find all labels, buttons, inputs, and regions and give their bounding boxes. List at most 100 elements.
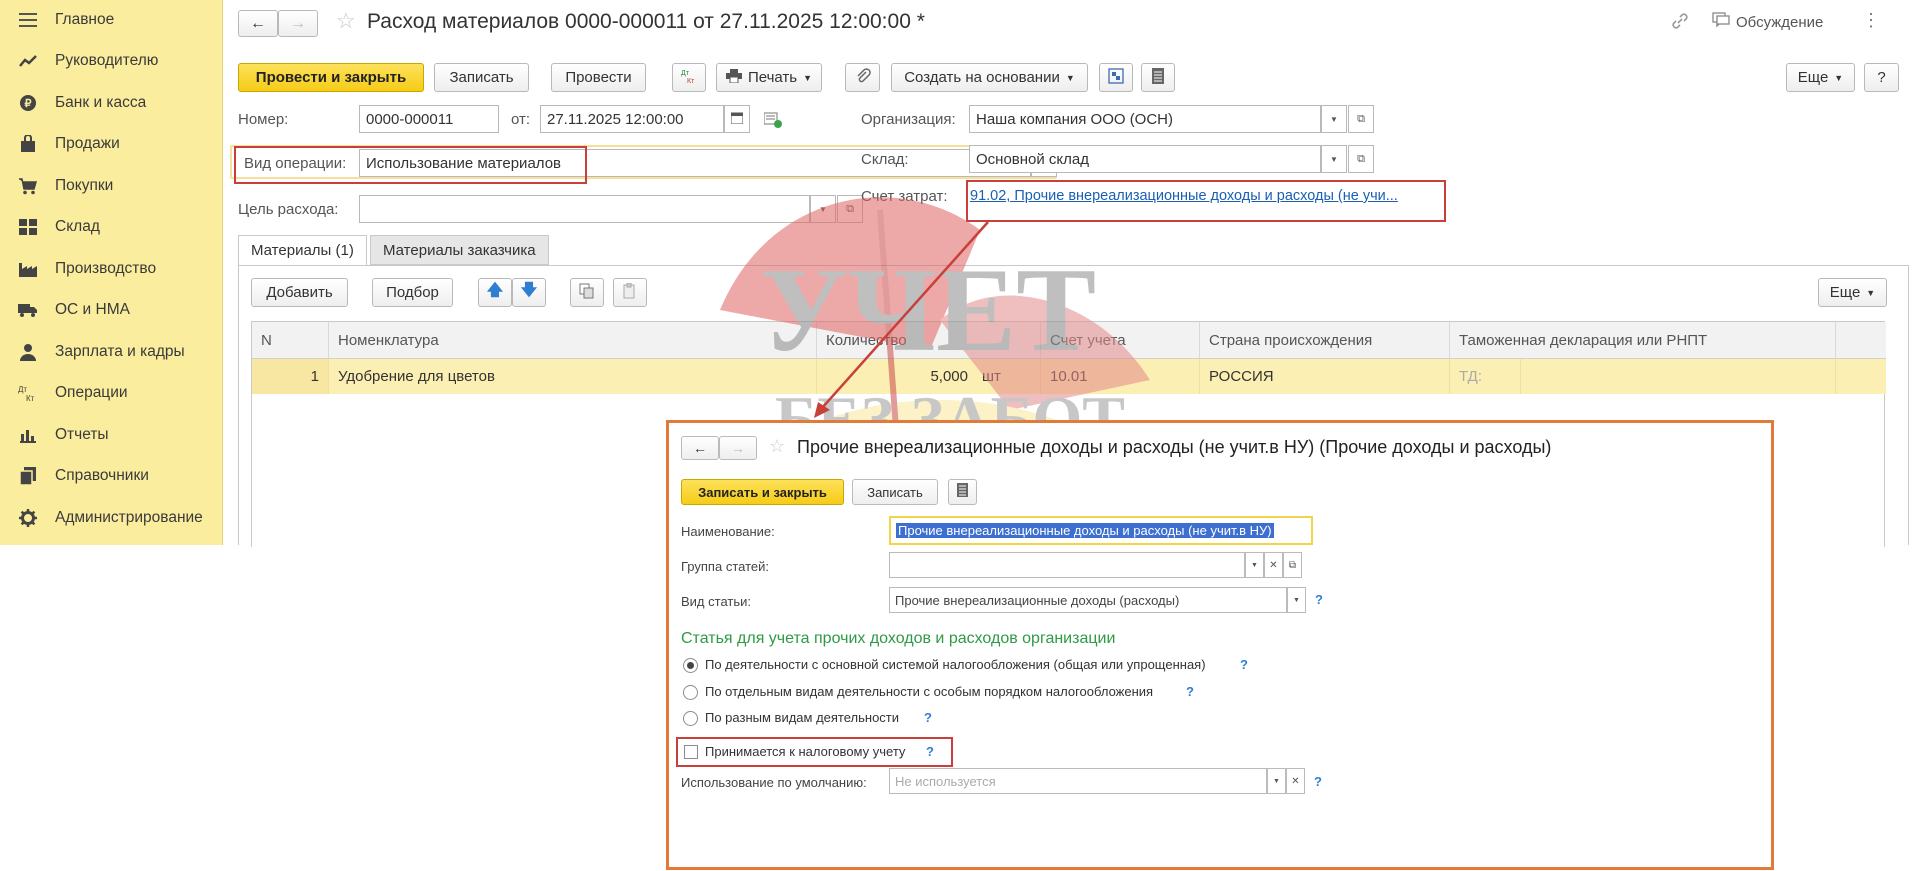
popup-default-help-icon[interactable]: ? [1314,774,1322,789]
table-more-button[interactable]: Еще ▼ [1818,278,1887,307]
popup-kind-help-icon[interactable]: ? [1315,592,1323,607]
sidebar-item-salary[interactable]: Зарплата и кадры [0,332,223,372]
add-button[interactable]: Добавить [251,278,348,307]
sidebar-item-sales[interactable]: Продажи [0,124,223,164]
col-header-n[interactable]: N [252,322,329,359]
move-up-button[interactable]: 🡅 [478,278,512,307]
radio-special-tax[interactable] [683,685,698,700]
forward-button[interactable]: → [278,10,318,37]
radio-main-tax-help-icon[interactable]: ? [1240,657,1248,672]
cell-country[interactable]: РОССИЯ [1200,359,1450,394]
tax-accounting-help-icon[interactable]: ? [926,744,934,759]
warehouse-open-button[interactable]: ⧉ [1348,145,1374,173]
popup-group-field[interactable] [889,552,1245,578]
status-doc-icon[interactable] [763,112,782,132]
sidebar-item-production[interactable]: Производство [0,249,223,289]
radio-main-tax-label[interactable]: По деятельности с основной системой нало… [705,657,1206,672]
popup-group-dropdown[interactable]: ▼ [1245,552,1264,578]
radio-various[interactable] [683,711,698,726]
sidebar-item-admin[interactable]: Администрирование [0,498,223,538]
sidebar-item-operations[interactable]: Дт Кт Операции [0,373,223,413]
report-button[interactable] [1141,63,1175,92]
tax-accounting-label[interactable]: Принимается к налоговому учету [705,744,905,759]
radio-special-tax-label[interactable]: По отдельным видам деятельности с особым… [705,684,1153,699]
tab-materials[interactable]: Материалы (1) [238,235,367,266]
popup-group-open[interactable]: ⧉ [1283,552,1302,578]
organization-field[interactable]: Наша компания ООО (ОСН) [969,105,1321,133]
organization-open-button[interactable]: ⧉ [1348,105,1374,133]
sidebar-item-reports[interactable]: Отчеты [0,415,223,455]
attach-button[interactable] [845,63,880,92]
popup-default-dropdown[interactable]: ▼ [1267,768,1286,794]
popup-default-field[interactable]: Не используется [889,768,1267,794]
print-button[interactable]: Печать ▼ [716,63,822,92]
sidebar-item-bank[interactable]: ₽ Банк и касса [0,83,223,123]
popup-default-clear[interactable]: ✕ [1286,768,1305,794]
more-vertical-icon[interactable]: ⋮ [1862,10,1880,31]
cell-unit[interactable]: шт [976,359,1041,394]
radio-various-label[interactable]: По разным видам деятельности [705,710,899,725]
open-icon: ⧉ [1357,112,1365,125]
post-button[interactable]: Провести [551,63,646,92]
cell-customs-prefix[interactable]: ТД: [1450,359,1521,394]
purpose-dropdown[interactable]: ▼ [810,195,836,223]
discussion-button[interactable]: Обсуждение [1712,12,1823,32]
popup-back-button[interactable]: ← [681,436,719,460]
sidebar-item-purchases[interactable]: Покупки [0,166,223,206]
cell-nomenclature[interactable]: Удобрение для цветов [329,359,817,394]
cell-account[interactable]: 10.01 [1041,359,1200,394]
tab-customer-materials[interactable]: Материалы заказчика [370,235,549,265]
popup-kind-dropdown[interactable]: ▼ [1287,587,1306,613]
popup-report-button[interactable] [948,479,977,505]
create-based-on-button[interactable]: Создать на основании ▼ [891,63,1088,92]
organization-dropdown[interactable]: ▼ [1321,105,1347,133]
popup-kind-field[interactable]: Прочие внереализационные доходы (расходы… [889,587,1287,613]
radio-special-tax-help-icon[interactable]: ? [1186,684,1194,699]
warehouse-field[interactable]: Основной склад [969,145,1321,173]
col-header-country[interactable]: Страна происхождения [1200,322,1450,359]
popup-name-field[interactable]: Прочие внереализационные доходы и расход… [889,516,1313,545]
col-header-nomenclature[interactable]: Номенклатура [329,322,817,359]
date-field[interactable]: 27.11.2025 12:00:00 [540,105,724,133]
col-header-quantity[interactable]: Количество [817,322,1041,359]
number-field[interactable]: 0000-000011 [359,105,499,133]
radio-various-help-icon[interactable]: ? [924,710,932,725]
sidebar-item-manager[interactable]: Руководителю [0,41,223,81]
pick-button[interactable]: Подбор [372,278,453,307]
cost-account-link[interactable]: 91.02, Прочие внереализационные доходы и… [970,188,1398,204]
popup-favorite-star-icon[interactable]: ☆ [769,436,785,457]
cell-n[interactable]: 1 [252,359,329,394]
purpose-field[interactable] [359,195,810,223]
popup-forward-button[interactable]: → [719,436,757,460]
sidebar-item-assets[interactable]: ОС и НМА [0,290,223,330]
col-header-account[interactable]: Счет учета [1041,322,1200,359]
favorite-star-icon[interactable]: ☆ [336,8,356,34]
help-button[interactable]: ? [1864,63,1899,92]
purpose-open-button[interactable]: ⧉ [837,195,863,223]
col-header-customs[interactable]: Таможенная декларация или РНПТ [1450,322,1836,359]
operation-type-field[interactable]: Использование материалов [359,149,1031,177]
sidebar-item-main[interactable]: Главное [0,0,223,40]
post-and-close-button[interactable]: Провести и закрыть [238,63,424,92]
radio-main-tax[interactable] [683,658,698,673]
cell-quantity[interactable]: 5,000 [817,359,976,394]
more-button[interactable]: Еще ▼ [1786,63,1855,92]
sidebar-item-references[interactable]: Справочники [0,456,223,496]
tax-accounting-checkbox[interactable] [684,745,698,759]
move-down-button[interactable]: 🡇 [512,278,546,307]
person-icon [18,342,38,362]
structure-button[interactable] [1099,63,1133,92]
copy-button[interactable] [570,278,604,307]
popup-save-close-button[interactable]: Записать и закрыть [681,479,844,505]
dt-kt-button[interactable]: Дт Кт [672,63,706,92]
popup-group-clear[interactable]: ✕ [1264,552,1283,578]
cell-customs[interactable] [1521,359,1836,394]
save-button[interactable]: Записать [434,63,529,92]
calendar-button[interactable] [724,105,750,133]
warehouse-dropdown[interactable]: ▼ [1321,145,1347,173]
sidebar-item-warehouse[interactable]: Склад [0,207,223,247]
paste-button[interactable] [613,278,647,307]
popup-save-button[interactable]: Записать [852,479,938,505]
back-button[interactable]: ← [238,10,278,37]
link-icon[interactable] [1670,11,1690,36]
